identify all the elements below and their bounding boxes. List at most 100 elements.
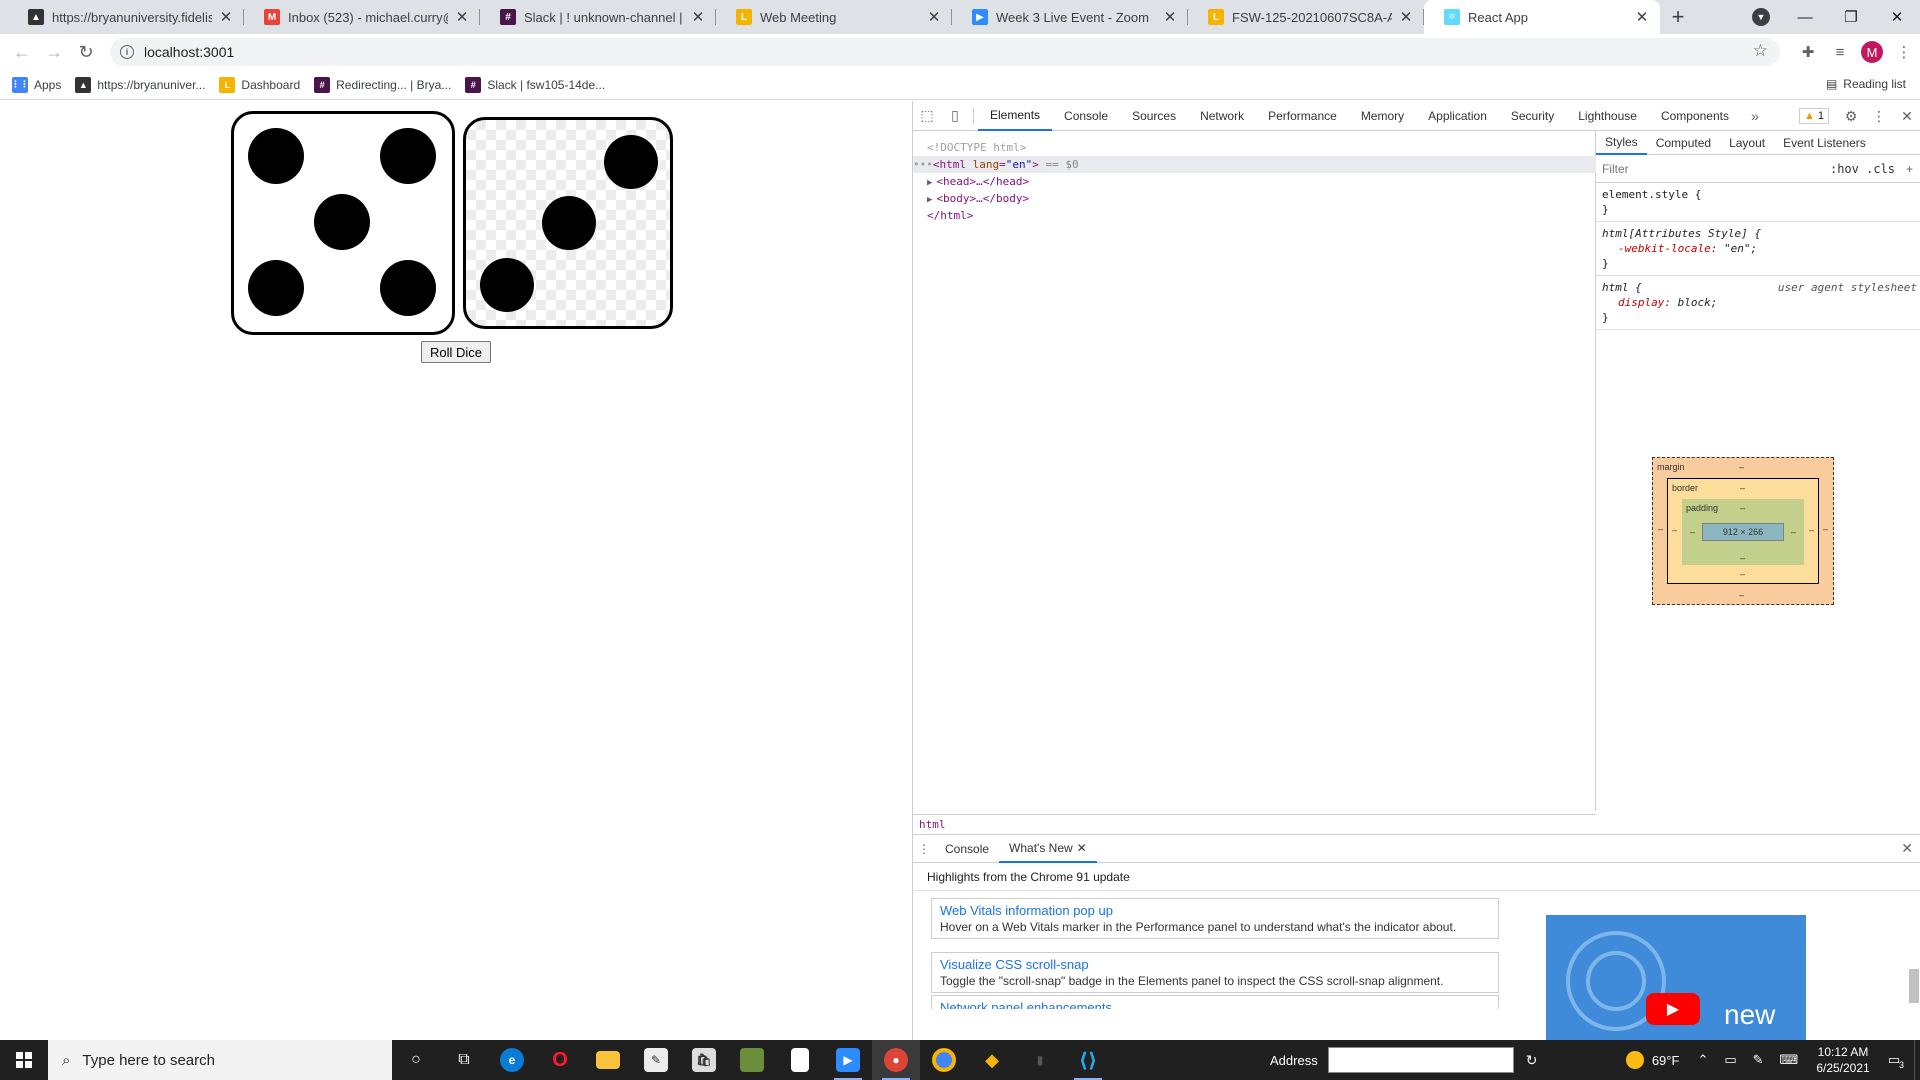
hov-cls-toggles[interactable]: :hov .cls xyxy=(1830,162,1895,176)
device-toolbar-icon[interactable]: ▯ xyxy=(941,102,969,130)
devtools-tab-components[interactable]: Components xyxy=(1649,101,1741,131)
minecraft-icon[interactable] xyxy=(728,1040,776,1080)
opera-icon[interactable]: O xyxy=(536,1040,584,1080)
styles-tab-event-listeners[interactable]: Event Listeners xyxy=(1774,131,1875,155)
whats-new-card[interactable]: Network panel enhancements xyxy=(931,995,1499,1009)
close-tab-icon[interactable]: ✕ xyxy=(1162,8,1178,26)
styles-filter-input[interactable] xyxy=(1602,161,1762,176)
drawer-tab[interactable]: What's New ✕ xyxy=(999,835,1097,863)
tray-chevron-icon[interactable]: ⌃ xyxy=(1697,1052,1708,1068)
browser-tab[interactable]: M Inbox (523) - michael.curry@bry ✕ xyxy=(244,0,480,34)
card-title-link[interactable]: Network panel enhancements xyxy=(940,1000,1490,1009)
maximize-icon[interactable]: ❐ xyxy=(1828,0,1874,34)
weather-sun-icon[interactable] xyxy=(1625,1051,1644,1069)
bookmark-item[interactable]: ▲ https://bryanuniver... xyxy=(75,76,205,93)
close-tab-icon[interactable]: ✕ xyxy=(926,8,942,26)
roll-dice-button[interactable]: Roll Dice xyxy=(421,341,491,363)
start-button[interactable] xyxy=(0,1040,48,1080)
devtools-tab-memory[interactable]: Memory xyxy=(1349,101,1416,131)
url-text[interactable]: localhost:3001 xyxy=(144,44,234,60)
card-title-link[interactable]: Visualize CSS scroll-snap xyxy=(940,957,1490,972)
forward-icon[interactable]: → xyxy=(38,36,70,68)
close-drawer-icon[interactable]: ✕ xyxy=(1901,840,1913,857)
new-tab-button[interactable]: + xyxy=(1660,0,1696,34)
reload-icon[interactable]: ↻ xyxy=(70,36,102,68)
html-node[interactable]: •••<html lang="en"> == $0 xyxy=(913,156,1596,173)
chrome-profile-taskbar-icon[interactable]: ● xyxy=(872,1040,920,1080)
show-desktop-button[interactable] xyxy=(1914,1040,1920,1080)
clock[interactable]: 10:12 AM 6/25/2021 xyxy=(1816,1044,1869,1076)
browser-tab[interactable]: ▲ https://bryanuniversity.fidelised ✕ xyxy=(8,0,244,34)
browser-tab[interactable]: ⚛ React App ✕ xyxy=(1424,0,1660,34)
attributes-style-rule[interactable]: html[Attributes Style] { -webkit-locale:… xyxy=(1596,222,1920,276)
browser-tab[interactable]: # Slack | ! unknown-channel | Brya ✕ xyxy=(480,0,716,34)
meet-now-icon[interactable]: ▭ xyxy=(1724,1052,1736,1068)
styles-tab-layout[interactable]: Layout xyxy=(1720,131,1774,155)
browser-tab[interactable]: ▶ Week 3 Live Event - Zoom ✕ xyxy=(952,0,1188,34)
body-node[interactable]: ▶ <body>…</body> xyxy=(927,190,1029,207)
warnings-badge[interactable]: ▲ 1 xyxy=(1798,108,1829,124)
new-rule-icon[interactable]: + xyxy=(1906,162,1913,176)
drawer-menu-icon[interactable]: ⋮ xyxy=(913,842,935,856)
browser-tab[interactable]: L Web Meeting ✕ xyxy=(716,0,952,34)
drawer-scrollbar[interactable] xyxy=(1909,957,1919,1037)
close-tab-icon[interactable]: ✕ xyxy=(690,8,706,26)
devtools-tab-sources[interactable]: Sources xyxy=(1120,101,1188,131)
doctype-node[interactable]: <!DOCTYPE html> xyxy=(927,139,1026,156)
task-view-icon[interactable]: ⧉ xyxy=(440,1040,488,1080)
devtools-tab-lighthouse[interactable]: Lighthouse xyxy=(1566,101,1649,131)
profile-avatar[interactable]: M xyxy=(1861,41,1883,63)
refresh-address-icon[interactable]: ↻ xyxy=(1526,1052,1538,1069)
styles-tab-styles[interactable]: Styles xyxy=(1596,131,1647,155)
close-tab-icon[interactable]: ✕ xyxy=(218,8,234,26)
pen-icon[interactable]: ✎ xyxy=(1753,1052,1764,1068)
close-tab-icon[interactable]: ✕ xyxy=(1634,8,1650,26)
bookmark-star-icon[interactable]: ☆ xyxy=(1753,41,1768,61)
mouse-icon[interactable]: ▮ xyxy=(1016,1040,1064,1080)
store-icon[interactable]: 🛍 xyxy=(680,1040,728,1080)
browser-tab[interactable]: L FSW-125-20210607SC8A-A2 ✕ xyxy=(1188,0,1424,34)
breadcrumb[interactable]: html xyxy=(913,814,1596,834)
close-tab-icon[interactable]: ✕ xyxy=(1077,841,1087,855)
bookmark-item[interactable]: L Dashboard xyxy=(219,76,300,93)
zoom-taskbar-icon[interactable]: ▶ xyxy=(824,1040,872,1080)
notes-app-icon[interactable]: ✎ xyxy=(632,1040,680,1080)
chrome-menu-icon[interactable]: ⋮ xyxy=(1888,36,1920,68)
html-ua-rule[interactable]: html { user agent stylesheet display: bl… xyxy=(1596,276,1920,330)
box-model-content[interactable]: 912 × 266 xyxy=(1702,523,1784,541)
devtools-tab-console[interactable]: Console xyxy=(1052,101,1120,131)
devtools-tab-performance[interactable]: Performance xyxy=(1256,101,1349,131)
close-tab-icon[interactable]: ✕ xyxy=(1398,8,1414,26)
card-title-link[interactable]: Web Vitals information pop up xyxy=(940,903,1490,918)
bookmark-item[interactable]: # Slack | fsw105-14de... xyxy=(465,76,605,93)
devtools-tab-security[interactable]: Security xyxy=(1499,101,1566,131)
whats-new-card[interactable]: Visualize CSS scroll-snap Toggle the "scr… xyxy=(931,952,1499,993)
devtools-tab-elements[interactable]: Elements xyxy=(978,101,1053,131)
play-icon[interactable]: ▶ xyxy=(1646,993,1700,1025)
document-icon[interactable] xyxy=(776,1040,824,1080)
address-bar[interactable]: i localhost:3001 ☆ xyxy=(110,38,1780,66)
html-close-node[interactable]: </html> xyxy=(927,207,973,224)
site-info-icon[interactable]: i xyxy=(120,45,134,59)
bookmark-item[interactable]: # Redirecting... | Brya... xyxy=(314,76,451,93)
expand-triangle-icon[interactable]: ▶ xyxy=(927,195,932,205)
cortana-icon[interactable]: ○ xyxy=(392,1040,440,1080)
file-explorer-icon[interactable] xyxy=(584,1040,632,1080)
scrollbar-thumb[interactable] xyxy=(1909,969,1919,1003)
media-control-icon[interactable]: ≡ xyxy=(1824,36,1856,68)
head-node[interactable]: ▶ <head>…</head> xyxy=(927,173,1029,190)
whats-new-video[interactable]: ▶ new xyxy=(1546,915,1806,1041)
chrome-taskbar-icon[interactable] xyxy=(920,1040,968,1080)
back-icon[interactable]: ← xyxy=(6,36,38,68)
close-tab-icon[interactable]: ✕ xyxy=(454,8,470,26)
bookmark-item[interactable]: ⋮⋮ Apps xyxy=(11,76,61,93)
inspect-element-icon[interactable]: ⬚ xyxy=(913,102,941,130)
extensions-icon[interactable]: ✚ xyxy=(1792,36,1824,68)
devtools-tab-network[interactable]: Network xyxy=(1188,101,1256,131)
dev-tool-icon[interactable]: ◆ xyxy=(968,1040,1016,1080)
more-tabs-icon[interactable]: » xyxy=(1741,108,1769,124)
address-toolbar-input[interactable] xyxy=(1327,1047,1514,1073)
styles-tab-computed[interactable]: Computed xyxy=(1647,131,1720,155)
weather-text[interactable]: 69°F xyxy=(1652,1053,1680,1068)
reading-list-button[interactable]: ▤ Reading list xyxy=(1826,77,1906,91)
